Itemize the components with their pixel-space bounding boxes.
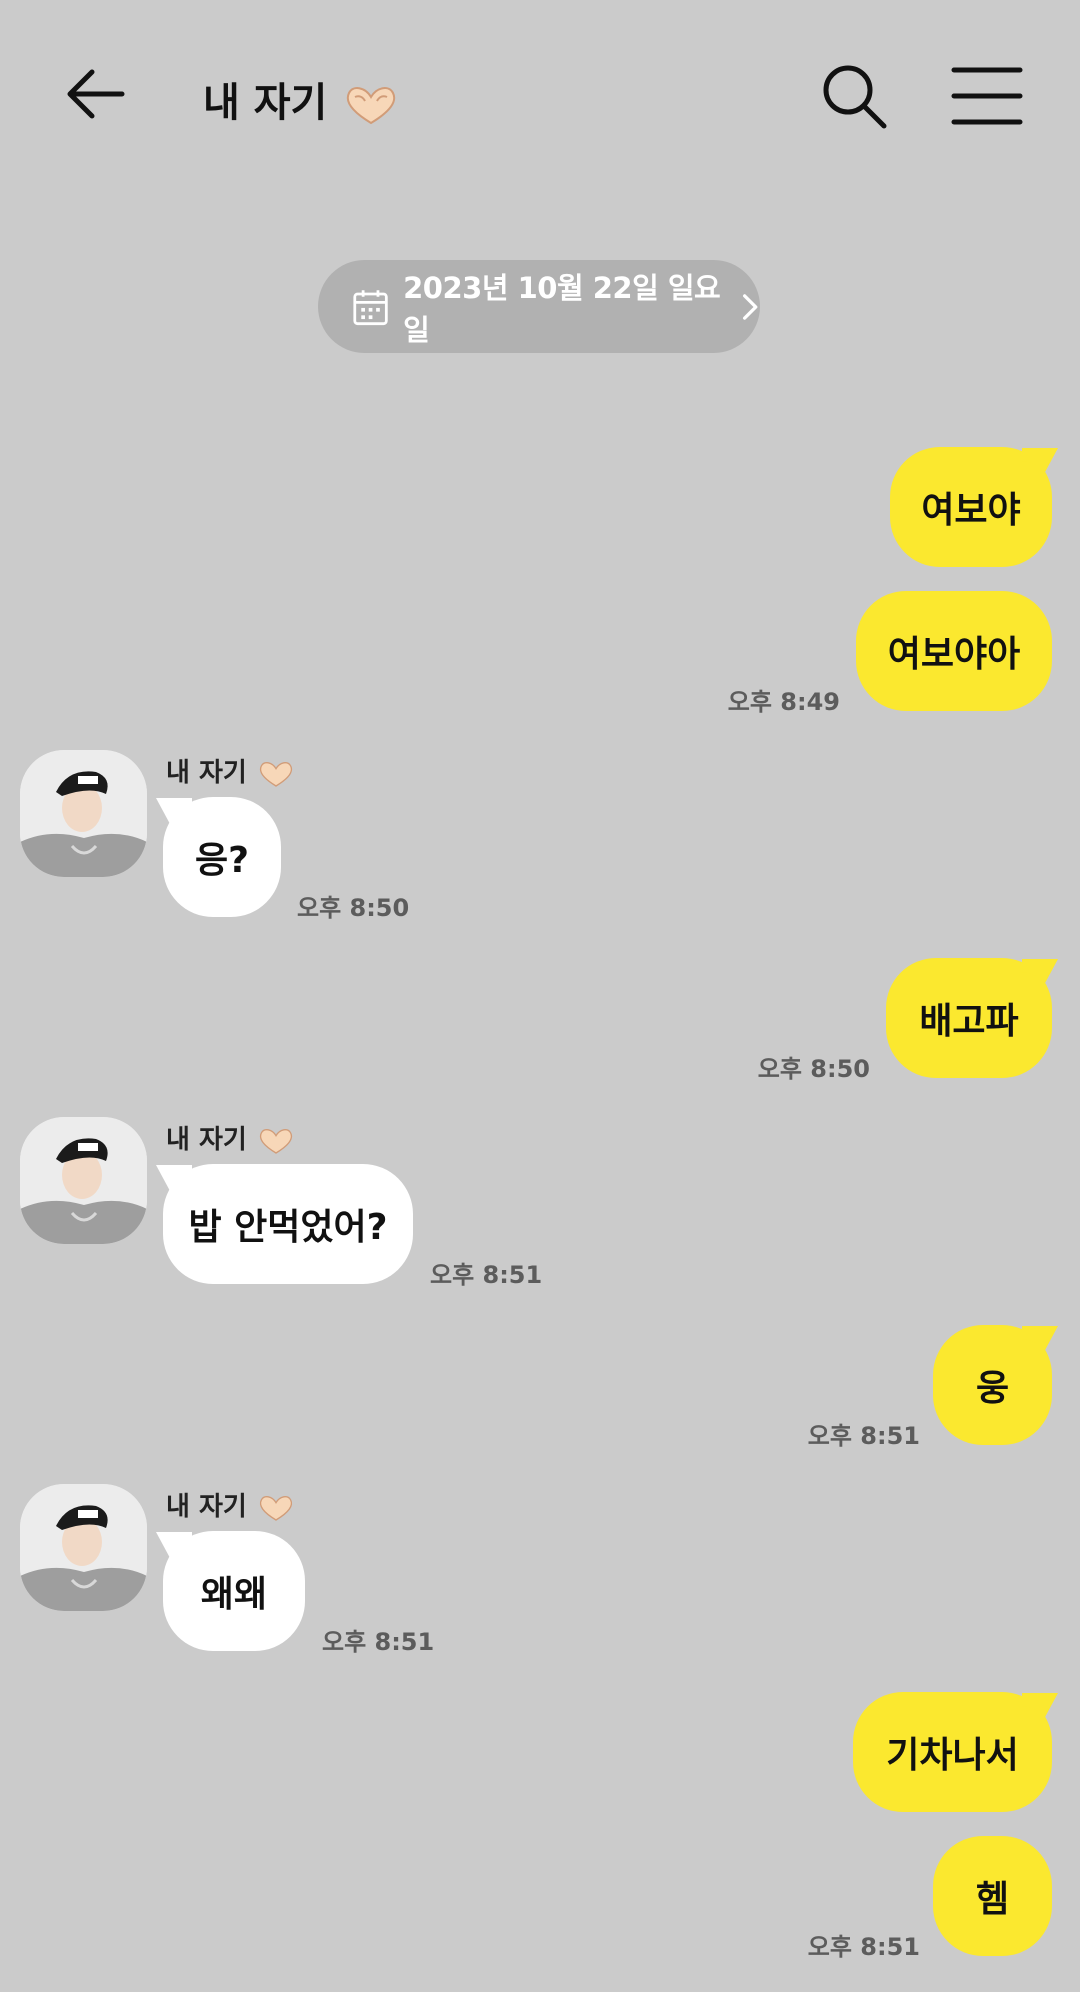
- arrow-left-icon: [67, 69, 125, 119]
- date-text: 2023년 10월 22일 일요일: [403, 270, 721, 347]
- sender-name: 내 자기: [166, 1486, 296, 1523]
- profile-photo: [20, 750, 147, 877]
- sender-name: 내 자기: [166, 1119, 296, 1156]
- menu-button[interactable]: [950, 62, 1024, 130]
- bubble-tail: [1022, 448, 1058, 474]
- bubble-tail: [1022, 1326, 1058, 1352]
- my-message-bubble[interactable]: 헴: [933, 1836, 1052, 1956]
- bubble-tail: [156, 1532, 192, 1558]
- bubble-tail: [156, 1165, 192, 1191]
- back-button[interactable]: [62, 58, 134, 130]
- message-time: 오후 8:51: [322, 1628, 435, 1656]
- sender-name: 내 자기: [166, 752, 296, 789]
- calendar-icon: [353, 289, 388, 325]
- profile-photo: [20, 1117, 147, 1244]
- message-text: 여보야: [921, 490, 1021, 531]
- chevron-right-icon: [742, 293, 757, 320]
- my-message-bubble[interactable]: 여보야아: [856, 591, 1052, 711]
- message-time: 오후 8:50: [757, 1055, 870, 1083]
- message-text: 웅: [975, 1368, 1010, 1409]
- message-time: 오후 8:50: [297, 894, 410, 922]
- avatar[interactable]: [20, 1117, 147, 1244]
- sender-name-text: 내 자기: [166, 758, 247, 788]
- message-text: 배고파: [919, 1001, 1019, 1042]
- avatar[interactable]: [20, 750, 147, 877]
- message-time: 오후 8:51: [807, 1933, 920, 1961]
- sender-name-text: 내 자기: [166, 1492, 247, 1522]
- date-divider[interactable]: 2023년 10월 22일 일요일: [318, 260, 760, 353]
- message-time: 오후 8:51: [807, 1422, 920, 1450]
- sender-name-text: 내 자기: [166, 1125, 247, 1155]
- message-time: 오후 8:49: [727, 688, 840, 716]
- message-text: 여보야아: [887, 634, 1021, 675]
- search-button[interactable]: [818, 60, 890, 132]
- their-message-bubble[interactable]: 밥 안먹었어?: [163, 1164, 413, 1284]
- chat-title-text: 내 자기: [203, 80, 328, 126]
- message-time: 오후 8:51: [430, 1261, 543, 1289]
- bubble-tail: [1022, 1693, 1058, 1719]
- chat-header: 내 자기: [0, 0, 1080, 190]
- message-text: 헴: [975, 1879, 1010, 1920]
- hamburger-menu-icon: [951, 67, 1023, 125]
- bubble-tail: [156, 798, 192, 824]
- profile-photo: [20, 1484, 147, 1611]
- message-text: 밥 안먹었어?: [188, 1207, 388, 1248]
- chat-title: 내 자기: [203, 70, 401, 128]
- chat-screen: 내 자기 2023년 10월 22일 일요일 여보야 여보야아 오후 8:49 …: [0, 0, 1080, 1992]
- message-text: 왜왜: [200, 1574, 268, 1615]
- heart-hands-icon: [347, 87, 396, 125]
- search-icon: [823, 65, 887, 129]
- message-text: 기차나서: [886, 1735, 1019, 1776]
- heart-hands-icon: [259, 1128, 292, 1154]
- bubble-tail: [1022, 959, 1058, 985]
- heart-hands-icon: [259, 761, 292, 787]
- message-text: 응?: [194, 840, 249, 881]
- avatar[interactable]: [20, 1484, 147, 1611]
- heart-hands-icon: [259, 1495, 292, 1521]
